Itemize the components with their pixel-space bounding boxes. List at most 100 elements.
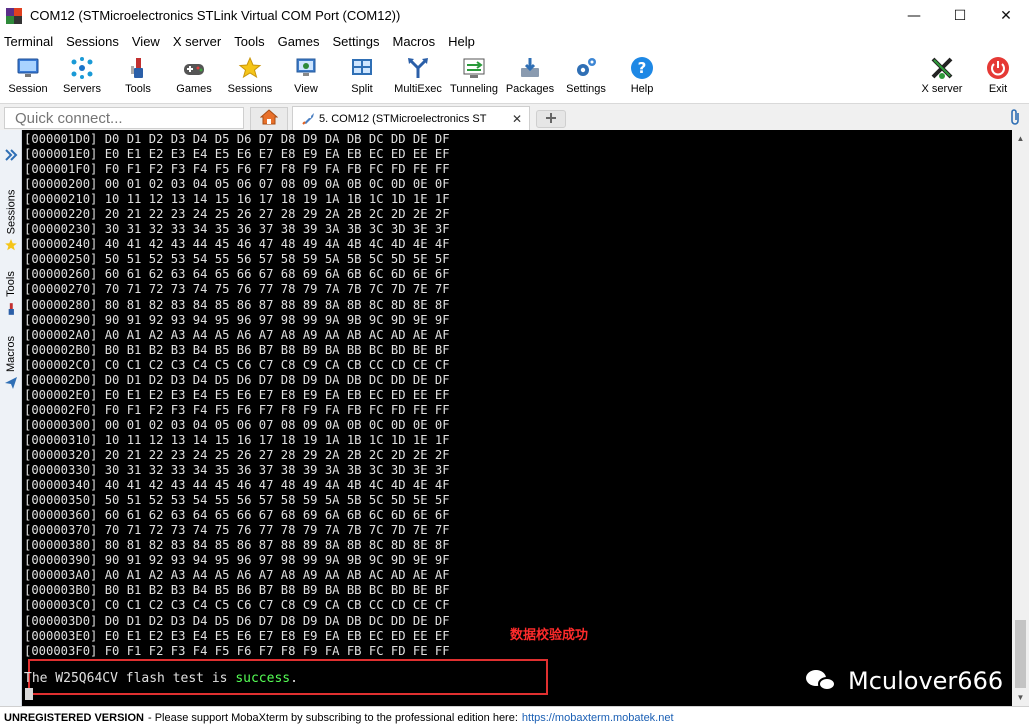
xserver-icon <box>930 56 954 80</box>
send-icon <box>2 376 20 390</box>
help-button[interactable]: ? Help <box>614 53 670 101</box>
terminal-line: [00000240] 40 41 42 43 44 45 46 47 48 49… <box>24 237 450 252</box>
menu-tools[interactable]: Tools <box>230 34 273 49</box>
menu-help[interactable]: Help <box>444 34 484 49</box>
terminal-line: [000003D0] D0 D1 D2 D3 D4 D5 D6 D7 D8 D9… <box>24 613 450 628</box>
expand-sidebar-button[interactable] <box>2 148 20 167</box>
terminal-line: [00000310] 10 11 12 13 14 15 16 17 18 19… <box>24 432 450 447</box>
power-icon <box>986 56 1010 80</box>
terminal-scrollbar[interactable]: ▲ ▼ <box>1012 130 1029 706</box>
sessions-button[interactable]: Sessions <box>222 53 278 101</box>
menu-macros[interactable]: Macros <box>388 34 444 49</box>
sessions-side-tab[interactable]: Sessions <box>0 184 22 240</box>
scroll-up-icon[interactable]: ▲ <box>1012 130 1029 147</box>
toolbar: Session Servers Tools Games Sessions Vie… <box>0 51 1029 103</box>
settings-icon <box>574 56 598 80</box>
split-button[interactable]: Split <box>334 53 390 101</box>
maximize-button[interactable]: ☐ <box>937 0 983 31</box>
plus-icon <box>545 112 557 127</box>
terminal-line: [00000290] 90 91 92 93 94 95 96 97 98 99… <box>24 312 450 327</box>
paperclip-icon[interactable] <box>1009 108 1021 131</box>
terminal-line: [000002B0] B0 B1 B2 B3 B4 B5 B6 B7 B8 B9… <box>24 342 450 357</box>
quick-connect-input[interactable] <box>4 107 244 129</box>
menu-x-server[interactable]: X server <box>169 34 230 49</box>
packages-icon <box>518 56 542 80</box>
terminal-line: [000001F0] F0 F1 F2 F3 F4 F5 F6 F7 F8 F9… <box>24 162 450 177</box>
success-text: success <box>235 671 291 686</box>
tab-com12[interactable]: 5. COM12 (STMicroelectronics ST ✕ <box>292 106 530 131</box>
macros-side-tab[interactable]: Macros <box>0 330 22 378</box>
terminal-line: [000003B0] B0 B1 B2 B3 B4 B5 B6 B7 B8 B9… <box>24 583 450 598</box>
menu-settings[interactable]: Settings <box>329 34 389 49</box>
multiexec-button[interactable]: MultiExec <box>390 53 446 101</box>
status-message: - Please support MobaXterm by subscribin… <box>147 711 518 724</box>
tools-icon <box>126 56 150 80</box>
menu-view[interactable]: View <box>128 34 169 49</box>
games-icon <box>182 56 206 80</box>
terminal-line: [000002A0] A0 A1 A2 A3 A4 A5 A6 A7 A8 A9… <box>24 327 450 342</box>
menu-games[interactable]: Games <box>274 34 329 49</box>
menu-terminal[interactable]: Terminal <box>0 34 62 49</box>
terminal-line: [00000360] 60 61 62 63 64 65 66 67 68 69… <box>24 508 450 523</box>
games-button[interactable]: Games <box>166 53 222 101</box>
wechat-icon <box>806 668 840 694</box>
close-button[interactable]: ✕ <box>983 0 1029 31</box>
scroll-down-icon[interactable]: ▼ <box>1012 689 1029 706</box>
terminal-line: [00000350] 50 51 52 53 54 55 56 57 58 59… <box>24 493 450 508</box>
session-button[interactable]: Session <box>0 53 56 101</box>
double-chevron-right-icon <box>4 148 18 167</box>
test-result-line: The W25Q64CV flash test is success. <box>24 671 298 686</box>
rocket-icon <box>301 112 315 126</box>
terminal-line: [000002E0] E0 E1 E2 E3 E4 E5 E6 E7 E8 E9… <box>24 387 450 402</box>
terminal-line: [00000260] 60 61 62 63 64 65 66 67 68 69… <box>24 267 450 282</box>
mobatek-link[interactable]: https://mobaxterm.mobatek.net <box>522 712 674 724</box>
view-button[interactable]: View <box>278 53 334 101</box>
session-icon <box>16 56 40 80</box>
new-tab-button[interactable] <box>536 110 566 128</box>
terminal-line: [00000200] 00 01 02 03 04 05 06 07 08 09… <box>24 177 450 192</box>
tunneling-button[interactable]: Tunneling <box>446 53 502 101</box>
terminal-line: [000002D0] D0 D1 D2 D3 D4 D5 D6 D7 D8 D9… <box>24 372 450 387</box>
terminal-line: [000003C0] C0 C1 C2 C3 C4 C5 C6 C7 C8 C9… <box>24 598 450 613</box>
terminal-line: [000001D0] D0 D1 D2 D3 D4 D5 D6 D7 D8 D9… <box>24 132 450 146</box>
terminal-output: [000001D0] D0 D1 D2 D3 D4 D5 D6 D7 D8 D9… <box>24 132 450 659</box>
star-icon <box>238 56 262 80</box>
servers-icon <box>70 56 94 80</box>
scroll-thumb[interactable] <box>1015 620 1026 688</box>
watermark-text: Mculover666 <box>848 667 1004 695</box>
svg-text:?: ? <box>638 59 647 77</box>
minimize-button[interactable]: — <box>891 0 937 31</box>
split-icon <box>350 56 374 80</box>
window-controls: — ☐ ✕ <box>891 0 1029 31</box>
mobaxterm-logo-icon <box>6 7 22 24</box>
window-title: COM12 (STMicroelectronics STLink Virtual… <box>30 8 401 23</box>
terminal-line: [00000390] 90 91 92 93 94 95 96 97 98 99… <box>24 553 450 568</box>
x-server-button[interactable]: X server <box>914 53 970 101</box>
tab-bar: 5. COM12 (STMicroelectronics ST ✕ <box>0 103 1029 131</box>
menu-bar: Terminal Sessions View X server Tools Ga… <box>0 31 1029 51</box>
terminal-line: [00000280] 80 81 82 83 84 85 86 87 88 89… <box>24 297 450 312</box>
tab-close-button[interactable]: ✕ <box>509 112 525 126</box>
verify-success-annotation: 数据校验成功 <box>510 628 589 643</box>
terminal[interactable]: [000001D0] D0 D1 D2 D3 D4 D5 D6 D7 D8 D9… <box>22 130 1012 706</box>
wechat-watermark: Mculover666 <box>806 667 1003 695</box>
home-tab[interactable] <box>250 107 288 131</box>
packages-button[interactable]: Packages <box>502 53 558 101</box>
view-icon <box>294 56 318 80</box>
help-icon: ? <box>630 56 654 80</box>
tools-side-tab[interactable]: Tools <box>0 266 22 302</box>
home-icon <box>259 109 279 130</box>
terminal-line: [00000300] 00 01 02 03 04 05 06 07 08 09… <box>24 417 450 432</box>
exit-button[interactable]: Exit <box>970 53 1026 101</box>
side-panel: Sessions Tools Macros <box>0 130 22 706</box>
terminal-line: [00000330] 30 31 32 33 34 35 36 37 38 39… <box>24 463 450 478</box>
tools-button[interactable]: Tools <box>110 53 166 101</box>
unregistered-label: UNREGISTERED VERSION <box>4 711 144 724</box>
servers-button[interactable]: Servers <box>54 53 110 101</box>
terminal-line: [00000320] 20 21 22 23 24 25 26 27 28 29… <box>24 447 450 462</box>
terminal-cursor <box>25 688 33 700</box>
tunneling-icon <box>462 56 486 80</box>
terminal-line: [00000380] 80 81 82 83 84 85 86 87 88 89… <box>24 538 450 553</box>
settings-button[interactable]: Settings <box>558 53 614 101</box>
menu-sessions[interactable]: Sessions <box>62 34 128 49</box>
